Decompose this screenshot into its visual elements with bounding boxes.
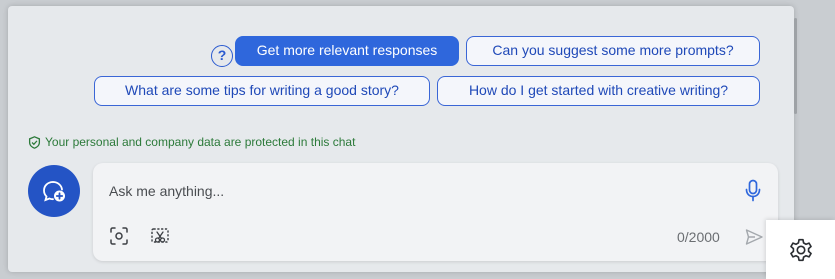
new-topic-button[interactable] (28, 165, 80, 217)
privacy-notice: Your personal and company data are prote… (28, 135, 355, 149)
gear-icon (789, 238, 812, 261)
suggestion-chip-prompts[interactable]: Can you suggest some more prompts? (466, 36, 760, 66)
question-circle-icon[interactable]: ? (211, 45, 233, 67)
suggestion-chip-story-tips[interactable]: What are some tips for writing a good st… (94, 76, 430, 106)
snip-icon[interactable] (150, 226, 170, 246)
scrollbar[interactable] (794, 18, 797, 114)
shield-check-icon (28, 135, 41, 149)
screenshot-icon[interactable] (109, 226, 129, 246)
privacy-notice-text: Your personal and company data are prote… (45, 135, 356, 149)
suggestion-chip-creative-writing[interactable]: How do I get started with creative writi… (437, 76, 760, 106)
microphone-icon[interactable] (744, 179, 762, 203)
settings-button[interactable] (766, 220, 835, 279)
send-icon[interactable] (744, 227, 764, 247)
get-more-relevant-responses-button[interactable]: Get more relevant responses (235, 36, 459, 66)
new-topic-icon (43, 181, 65, 202)
character-counter: 0/2000 (677, 229, 720, 245)
chat-input[interactable] (109, 183, 669, 199)
composer: 0/2000 (93, 163, 778, 261)
